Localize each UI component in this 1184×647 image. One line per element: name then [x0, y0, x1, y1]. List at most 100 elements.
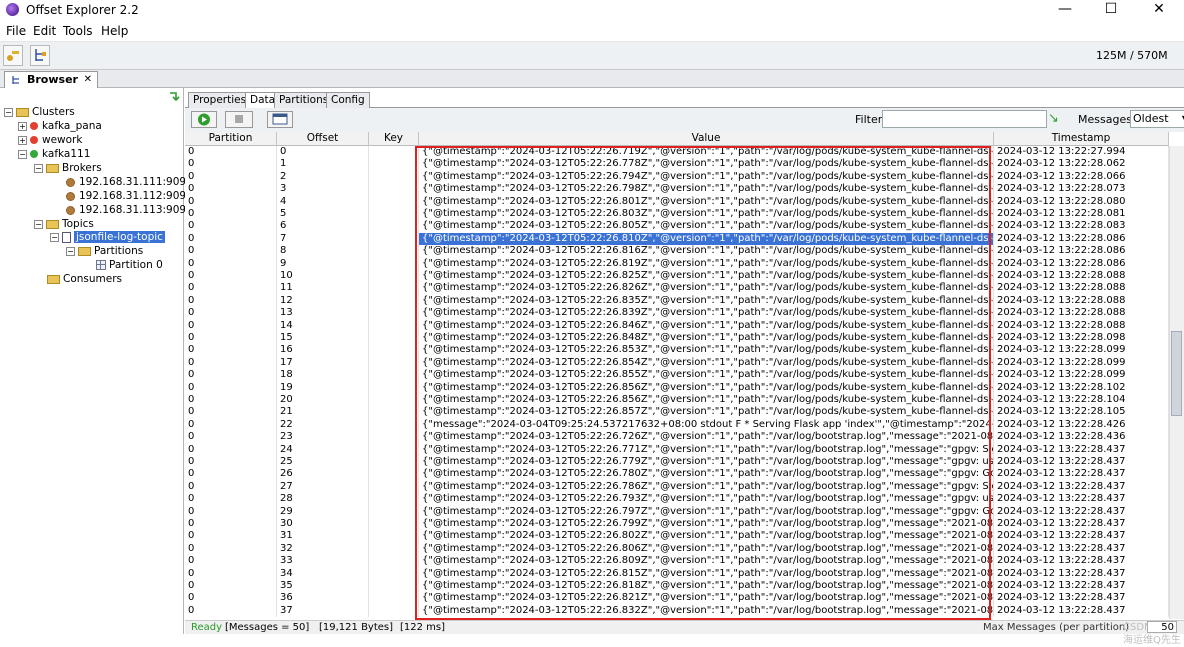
table-row[interactable]: 0 36 {"@timestamp":"2024-03-12T05:22:26.82…	[185, 592, 1169, 605]
cell-key	[369, 158, 419, 171]
tab-config[interactable]: Config	[326, 92, 370, 108]
minimize-button[interactable]: —	[1042, 0, 1088, 20]
table-row[interactable]: 0 27 {"@timestamp":"2024-03-12T05:22:26.78…	[185, 480, 1169, 494]
tree-topic-selected[interactable]: − jsonfile-log-topic	[50, 231, 165, 244]
column-partition[interactable]: Partition	[185, 132, 277, 146]
cell-offset: 33	[277, 555, 369, 568]
tree-consumers[interactable]: Consumers	[47, 273, 122, 286]
menu-edit[interactable]: Edit	[33, 24, 56, 38]
close-tab-icon[interactable]: ✕	[84, 72, 92, 87]
view-toggle-button[interactable]	[267, 111, 293, 128]
expand-icon[interactable]: +	[18, 135, 27, 145]
table-row[interactable]: 0 33 {"@timestamp":"2024-03-12T05:22:26.80…	[185, 555, 1169, 568]
cell-timestamp: 2024-03-12 13:22:28.437	[994, 468, 1169, 481]
cell-key	[369, 344, 419, 357]
table-row[interactable]: 0 23 {"@timestamp":"2024-03-12T05:22:26.72…	[185, 431, 1169, 444]
stop-button[interactable]	[225, 111, 253, 128]
table-row[interactable]: 0 11 {"@timestamp":"2024-03-12T05:22:26.82…	[185, 282, 1169, 295]
collapse-icon[interactable]: −	[34, 219, 43, 229]
tree-topics[interactable]: − Topics	[34, 218, 94, 231]
expand-icon[interactable]: +	[18, 121, 27, 131]
table-row[interactable]: 0 13 {"@timestamp":"2024-03-12T05:22:26.83…	[185, 307, 1169, 320]
cell-key	[369, 431, 419, 444]
table-row[interactable]: 0 30 {"@timestamp":"2024-03-12T05:22:26.79…	[185, 518, 1169, 531]
collapse-icon[interactable]: −	[34, 163, 43, 173]
collapse-icon[interactable]: −	[18, 149, 27, 159]
max-messages-input[interactable]: 50	[1147, 621, 1177, 633]
table-row[interactable]: 0 0 {"@timestamp":"2024-03-12T05:22:26.719…	[185, 146, 1169, 159]
table-row[interactable]: 0 18 {"@timestamp":"2024-03-12T05:22:26.85…	[185, 369, 1169, 382]
table-row[interactable]: 0 16 {"@timestamp":"2024-03-12T05:22:26.85…	[185, 344, 1169, 357]
tree-clusters-root[interactable]: − Clusters	[4, 106, 75, 119]
cell-key	[369, 208, 419, 221]
tree-brokers[interactable]: − Brokers	[34, 162, 102, 175]
cell-offset: 26	[277, 468, 369, 481]
column-offset[interactable]: Offset	[277, 132, 369, 146]
column-key[interactable]: Key	[369, 132, 419, 146]
table-row[interactable]: 0 35 {"@timestamp":"2024-03-12T05:22:26.81…	[185, 580, 1169, 593]
table-row[interactable]: 0 34 {"@timestamp":"2024-03-12T05:22:26.81…	[185, 567, 1169, 580]
cell-key	[369, 567, 419, 580]
table-row[interactable]: 0 2 {"@timestamp":"2024-03-12T05:22:26.794…	[185, 170, 1169, 184]
table-row[interactable]: 0 4 {"@timestamp":"2024-03-12T05:22:26.801…	[185, 195, 1169, 208]
table-row[interactable]: 0 14 {"@timestamp":"2024-03-12T05:22:26.84…	[185, 319, 1169, 332]
apply-filter-icon[interactable]: ↘	[1048, 111, 1059, 126]
table-row[interactable]: 0 6 {"@timestamp":"2024-03-12T05:22:26.805…	[185, 220, 1169, 233]
scrollbar-thumb[interactable]	[1171, 331, 1182, 416]
table-row[interactable]: 0 21 {"@timestamp":"2024-03-12T05:22:26.85…	[185, 406, 1169, 419]
table-row[interactable]: 0 32 {"@timestamp":"2024-03-12T05:22:26.80…	[185, 542, 1169, 556]
tree-cluster-kafka-pana[interactable]: + kafka_pana	[18, 120, 102, 133]
tree-partitions[interactable]: − Partitions	[66, 245, 143, 258]
filter-input[interactable]	[882, 110, 1047, 128]
table-row[interactable]: 0 17 {"@timestamp":"2024-03-12T05:22:26.85…	[185, 356, 1169, 370]
menu-tools[interactable]: Tools	[63, 24, 93, 38]
table-row[interactable]: 0 28 {"@timestamp":"2024-03-12T05:22:26.79…	[185, 493, 1169, 506]
table-row[interactable]: 0 10 {"@timestamp":"2024-03-12T05:22:26.82…	[185, 270, 1169, 283]
menu-file[interactable]: File	[6, 24, 26, 38]
tree-partition-0[interactable]: Partition 0	[96, 259, 163, 272]
table-row[interactable]: 0 15 {"@timestamp":"2024-03-12T05:22:26.84…	[185, 332, 1169, 345]
add-cluster-button[interactable]	[3, 45, 23, 66]
table-row[interactable]: 0 26 {"@timestamp":"2024-03-12T05:22:26.78…	[185, 468, 1169, 481]
column-timestamp[interactable]: Timestamp	[994, 132, 1169, 146]
table-row[interactable]: 0 25 {"@timestamp":"2024-03-12T05:22:26.77…	[185, 456, 1169, 469]
maximize-button[interactable]: ☐	[1088, 0, 1134, 20]
table-row[interactable]: 0 29 {"@timestamp":"2024-03-12T05:22:26.79…	[185, 505, 1169, 518]
tab-partitions[interactable]: Partitions	[274, 92, 334, 108]
table-row[interactable]: 0 24 {"@timestamp":"2024-03-12T05:22:26.77…	[185, 443, 1169, 456]
table-row[interactable]: 0 7 {"@timestamp":"2024-03-12T05:22:26.810…	[185, 232, 1169, 246]
table-row[interactable]: 0 31 {"@timestamp":"2024-03-12T05:22:26.80…	[185, 530, 1169, 543]
table-row[interactable]: 0 3 {"@timestamp":"2024-03-12T05:22:26.798…	[185, 183, 1169, 196]
table-row[interactable]: 0 9 {"@timestamp":"2024-03-12T05:22:26.819…	[185, 257, 1169, 270]
table-row[interactable]: 0 8 {"@timestamp":"2024-03-12T05:22:26.816…	[185, 245, 1169, 258]
cell-key	[369, 195, 419, 208]
cell-value: {"@timestamp":"2024-03-12T05:22:26.818Z"…	[419, 580, 994, 593]
tree-broker[interactable]: 192.168.31.111:9092	[66, 176, 193, 189]
tree-cluster-kafka111[interactable]: − kafka111	[18, 148, 90, 161]
tree-broker[interactable]: 192.168.31.112:9092	[66, 190, 193, 203]
collapse-icon[interactable]: −	[50, 232, 59, 242]
table-row[interactable]: 0 22 {"message":"2024-03-04T09:25:24.53721…	[185, 418, 1169, 432]
column-value[interactable]: Value	[419, 132, 994, 146]
tree-cluster-wework[interactable]: + wework	[18, 134, 82, 147]
close-window-button[interactable]: ✕	[1136, 0, 1182, 20]
tab-browser[interactable]: Browser ✕	[4, 71, 98, 88]
table-row[interactable]: 0 37 {"@timestamp":"2024-03-12T05:22:26.83…	[185, 604, 1169, 618]
refresh-icon[interactable]	[168, 90, 180, 102]
collapse-icon[interactable]: −	[66, 246, 75, 256]
menu-help[interactable]: Help	[101, 24, 128, 38]
fetch-button[interactable]	[191, 111, 217, 128]
tree-view-button[interactable]	[30, 45, 50, 66]
cell-key	[369, 282, 419, 295]
messages-select[interactable]: Oldest▼	[1130, 110, 1184, 128]
collapse-icon[interactable]: −	[4, 107, 13, 117]
table-row[interactable]: 0 19 {"@timestamp":"2024-03-12T05:22:26.85…	[185, 381, 1169, 394]
tree-broker[interactable]: 192.168.31.113:9092	[66, 204, 193, 217]
subtab-bar: Properties Data Partitions Config	[185, 90, 1184, 109]
table-row[interactable]: 0 5 {"@timestamp":"2024-03-12T05:22:26.803…	[185, 208, 1169, 221]
table-row[interactable]: 0 1 {"@timestamp":"2024-03-12T05:22:26.778…	[185, 158, 1169, 171]
cell-timestamp: 2024-03-12 13:22:28.437	[994, 567, 1169, 580]
tab-properties[interactable]: Properties	[188, 92, 252, 108]
table-row[interactable]: 0 12 {"@timestamp":"2024-03-12T05:22:26.83…	[185, 294, 1169, 308]
table-row[interactable]: 0 20 {"@timestamp":"2024-03-12T05:22:26.85…	[185, 394, 1169, 407]
